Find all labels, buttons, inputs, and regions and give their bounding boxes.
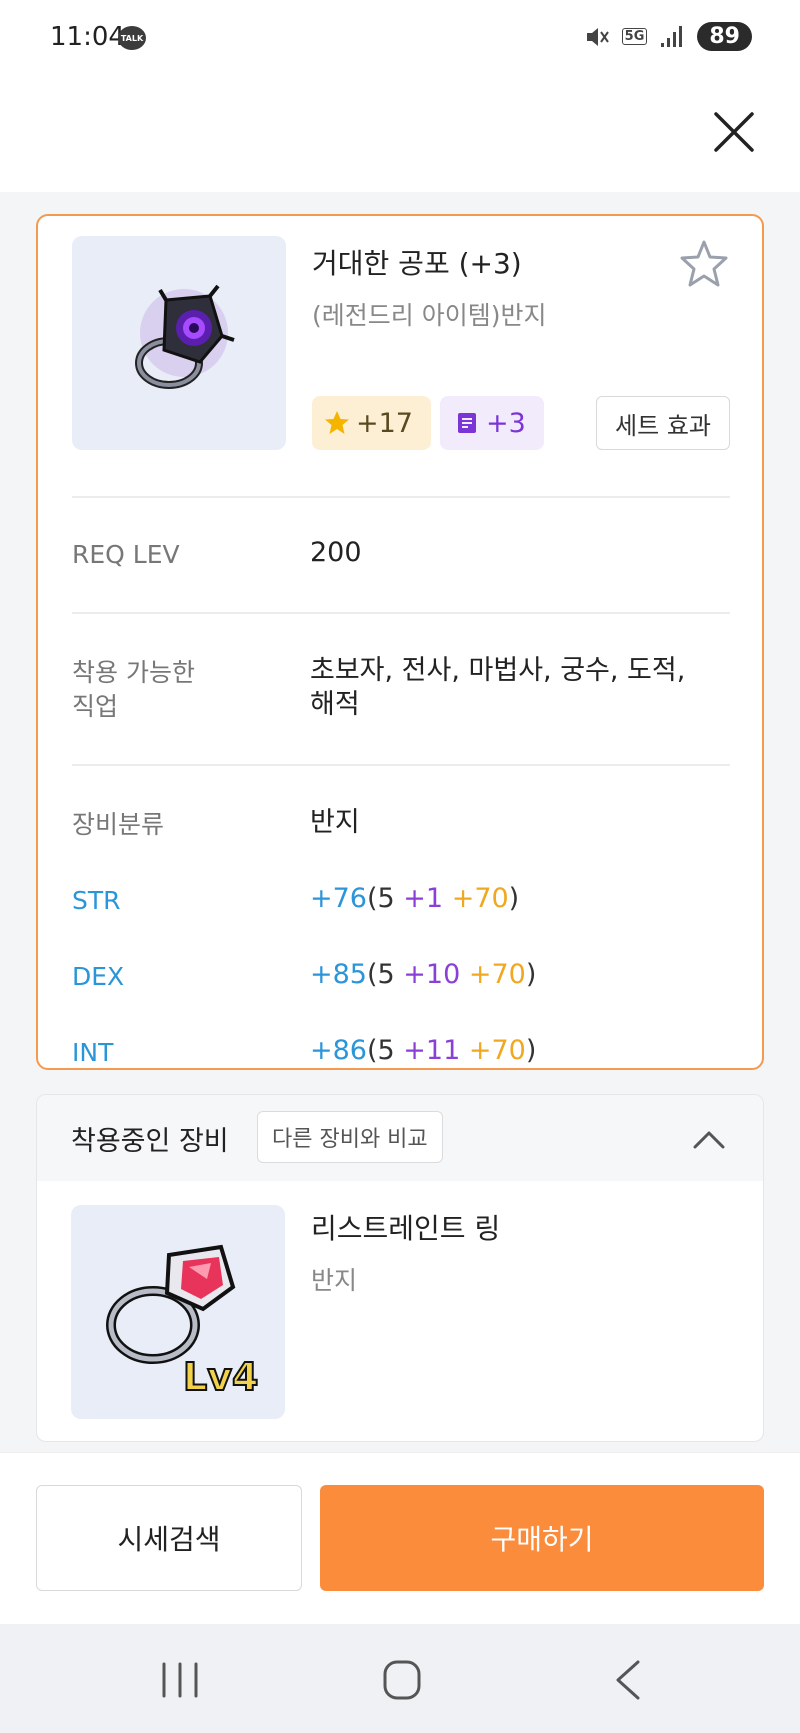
jobs-label-line1: 착용 가능한	[72, 658, 195, 687]
item-type: (레전드리 아이템)반지	[312, 301, 547, 330]
star-force-badge: +17	[312, 396, 431, 450]
stat-base: 5	[377, 1035, 395, 1066]
mute-icon	[586, 27, 609, 46]
purple-eye-ring-icon	[135, 284, 235, 389]
stat-star: +70	[443, 883, 509, 914]
stat-paren: (	[366, 1035, 378, 1066]
jobs-value-line1: 초보자, 전사, 마법사, 궁수, 도적,	[310, 655, 686, 686]
stat-paren: )	[508, 883, 520, 914]
star-icon	[325, 411, 349, 434]
stat-label: INT	[72, 1038, 114, 1067]
buy-button[interactable]: 구매하기	[320, 1485, 764, 1591]
jobs-label: 착용 가능한 직업	[72, 656, 195, 724]
price-search-button[interactable]: 시세검색	[36, 1485, 302, 1591]
stat-value: +76(5 +1 +70)	[310, 882, 519, 916]
equipped-item-name: 리스트레인트 링	[311, 1212, 501, 1245]
stat-total: +76	[310, 883, 367, 914]
scroll-upgrade-badge: +3	[440, 396, 544, 450]
stat-star: +70	[460, 1035, 526, 1066]
req-level-value: 200	[310, 537, 362, 568]
close-icon[interactable]	[708, 106, 760, 158]
modal-header	[0, 80, 800, 192]
stat-scroll: +10	[394, 959, 461, 990]
home-icon[interactable]	[372, 1658, 432, 1702]
equipped-item-type: 반지	[311, 1266, 358, 1295]
stat-scroll: +1	[394, 883, 444, 914]
scroll-upgrade-value: +3	[486, 407, 526, 439]
category-label: 장비분류	[72, 810, 165, 839]
status-icons: 5G 89	[584, 22, 752, 51]
equipped-title: 착용중인 장비	[71, 1126, 229, 1157]
equipped-item-section: 착용중인 장비 다른 장비와 비교 Lv4 리스트레인트 링 반지	[36, 1094, 764, 1442]
stat-paren: (	[366, 959, 378, 990]
stat-value: +85(5 +10 +70)	[310, 958, 536, 992]
compare-button[interactable]: 다른 장비와 비교	[257, 1111, 443, 1163]
system-nav-bar	[0, 1624, 800, 1733]
signal-icon	[661, 25, 683, 47]
stat-base: 5	[377, 883, 395, 914]
battery-indicator: 89	[697, 22, 752, 51]
stat-paren: )	[525, 959, 537, 990]
stat-value: +86(5 +11 +70)	[310, 1034, 536, 1068]
stat-base: 5	[377, 959, 395, 990]
stat-total: +85	[310, 959, 367, 990]
item-image	[72, 236, 286, 450]
jobs-value-line2: 해적	[310, 689, 360, 720]
scroll-icon	[458, 413, 476, 433]
item-detail-card: 거대한 공포 (+3) (레전드리 아이템)반지 +17 +3 세트 효과 RE…	[36, 214, 764, 1070]
chevron-up-icon[interactable]	[691, 1121, 727, 1157]
clock: 11:04	[50, 22, 125, 52]
level-badge: Lv4	[182, 1354, 259, 1400]
status-bar: 11:04 TALK 5G 89	[0, 0, 800, 80]
jobs-label-line2: 직업	[72, 692, 119, 721]
stat-scroll: +11	[394, 1035, 461, 1066]
kakaotalk-notification-icon: TALK	[118, 26, 146, 50]
recent-apps-icon[interactable]	[150, 1658, 210, 1702]
item-name: 거대한 공포 (+3)	[312, 247, 522, 280]
network-5g-icon: 5G	[621, 28, 648, 45]
divider	[72, 612, 730, 614]
stat-label: DEX	[72, 962, 125, 991]
divider	[72, 764, 730, 766]
stat-label: STR	[72, 886, 121, 915]
favorite-star-icon[interactable]	[678, 238, 730, 290]
stat-total: +86	[310, 1035, 367, 1066]
action-bar: 시세검색 구매하기	[0, 1452, 800, 1624]
stat-star: +70	[460, 959, 526, 990]
equipped-header: 착용중인 장비 다른 장비와 비교	[37, 1095, 763, 1181]
equipped-item-image: Lv4	[71, 1205, 285, 1419]
set-effect-button[interactable]: 세트 효과	[596, 396, 730, 450]
divider	[72, 496, 730, 498]
req-level-label: REQ LEV	[72, 540, 180, 569]
back-icon[interactable]	[598, 1658, 658, 1702]
star-force-value: +17	[356, 407, 413, 439]
jobs-value: 초보자, 전사, 마법사, 궁수, 도적, 해적	[310, 654, 685, 722]
stat-paren: )	[525, 1035, 537, 1066]
category-value: 반지	[310, 807, 360, 838]
stat-paren: (	[366, 883, 378, 914]
